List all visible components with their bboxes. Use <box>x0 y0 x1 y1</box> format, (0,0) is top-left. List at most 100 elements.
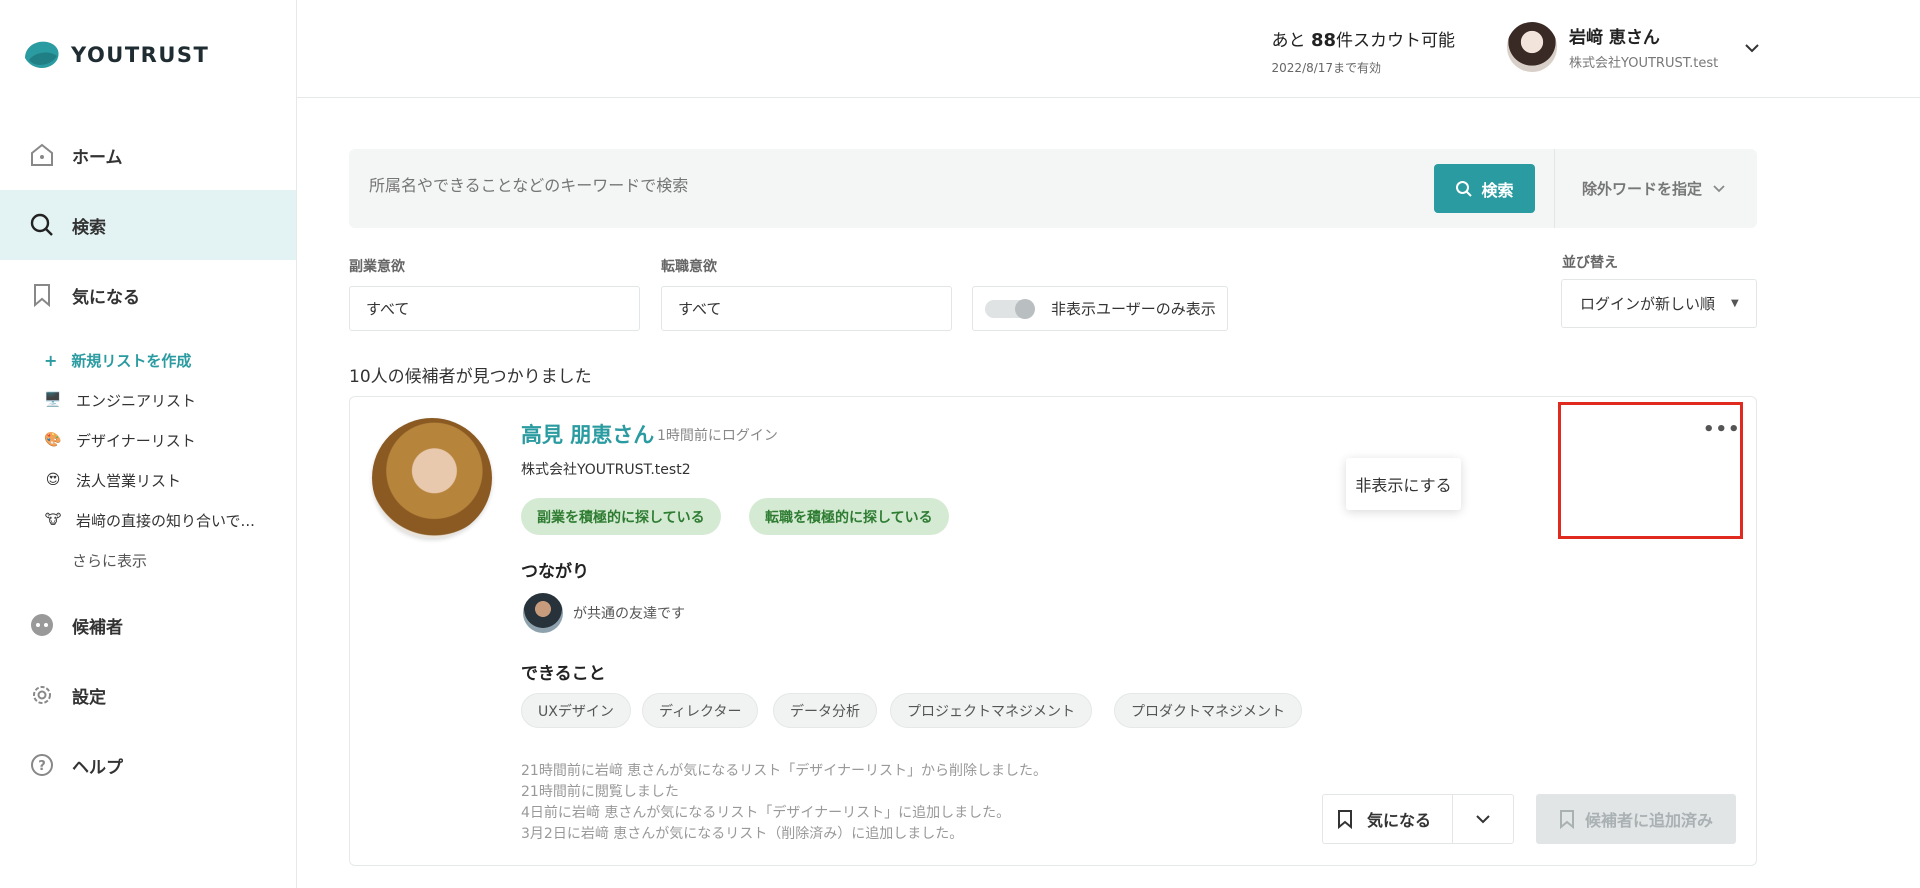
brand-name: YOUTRUST <box>71 43 210 67</box>
side-job-label: 副業意欲 <box>349 259 405 275</box>
user-name: 岩﨑 恵さん <box>1569 28 1660 48</box>
bookmark-dropdown-button[interactable] <box>1453 814 1513 824</box>
mutual-text: が共通の友達です <box>573 606 685 622</box>
scout-prefix: あと <box>1271 31 1306 51</box>
palette-emoji-icon: 🎨 <box>44 432 62 448</box>
bookmark-icon <box>1338 810 1352 829</box>
gear-icon <box>28 681 56 709</box>
toggle-switch[interactable] <box>985 298 1035 319</box>
candidate-name[interactable]: 高見 朋恵さん <box>521 419 654 449</box>
user-menu[interactable]: 岩﨑 恵さん 株式会社YOUTRUST.test <box>1507 22 1760 72</box>
scout-valid-date: 2022/8/17まで有効 <box>1271 61 1382 75</box>
mutual-friends: が共通の友達です <box>523 593 685 633</box>
last-login: 1時間前にログイン <box>657 428 778 444</box>
added-label: 候補者に追加済み <box>1584 811 1713 830</box>
nav-settings-label: 設定 <box>72 687 106 708</box>
tag-job-change: 転職を積極的に探している <box>749 498 949 535</box>
home-icon <box>28 141 56 169</box>
list-item-acquaintance[interactable]: 🐮 岩﨑の直接の知り合いで... <box>0 500 296 540</box>
list-item-engineer[interactable]: 🖥️ エンジニアリスト <box>0 380 296 420</box>
side-job-select[interactable]: すべて <box>349 286 640 331</box>
nav-candidates-label: 候補者 <box>72 617 123 638</box>
nav-help-label: ヘルプ <box>72 757 123 778</box>
skill-chip: UXデザイン <box>521 693 631 728</box>
candidate-avatar[interactable] <box>372 418 492 538</box>
bookmark-icon <box>28 281 56 309</box>
cow-emoji-icon: 🐮 <box>44 512 62 528</box>
create-list-button[interactable]: + 新規リストを作成 <box>0 340 296 380</box>
nav-search-label: 検索 <box>72 217 106 238</box>
search-icon <box>1456 180 1473 197</box>
connections-title: つながり <box>521 562 589 582</box>
tag-side-job: 副業を積極的に探している <box>521 498 721 535</box>
bookmark-button-label: 気になる <box>1367 811 1432 830</box>
skill-chip: プロダクトマネジメント <box>1114 693 1302 728</box>
list-item-designer[interactable]: 🎨 デザイナーリスト <box>0 420 296 460</box>
scout-number: 88 <box>1310 30 1336 51</box>
chevron-down-icon <box>1712 182 1726 196</box>
skill-chip: プロジェクトマネジメント <box>890 693 1092 728</box>
sidebar: YOUTRUST ホーム 検索 気になる + 新規リストを作成 🖥️ エンジニア… <box>0 0 297 888</box>
search-button[interactable]: 検索 <box>1434 164 1535 213</box>
bookmark-lists: + 新規リストを作成 🖥️ エンジニアリスト 🎨 デザイナーリスト 😍 法人営業… <box>0 340 296 580</box>
help-icon: ? <box>28 751 56 779</box>
candidate-company: 株式会社YOUTRUST.test2 <box>521 462 691 478</box>
candidate-face-icon <box>28 611 56 639</box>
create-list-label: 新規リストを作成 <box>71 351 192 370</box>
logo[interactable]: YOUTRUST <box>23 38 209 72</box>
caret-down-icon: ▼ <box>1731 298 1739 309</box>
hidden-users-toggle[interactable]: 非表示ユーザーのみ表示 <box>972 286 1228 331</box>
nav-home[interactable]: ホーム <box>0 120 296 190</box>
search-bar: 検索 除外ワードを指定 <box>349 149 1757 228</box>
history-line: 4日前に岩﨑 恵さんが気になるリスト「デザイナーリスト」に追加しました。 <box>521 805 1011 821</box>
added-to-candidates-button: 候補者に追加済み <box>1536 794 1736 844</box>
computer-emoji-icon: 🖥️ <box>44 392 62 408</box>
scout-count: あと 88件スカウト可能 <box>1272 26 1455 51</box>
sort-select[interactable]: ログインが新しい順 ▼ <box>1561 279 1757 328</box>
job-change-label: 転職意欲 <box>661 259 717 275</box>
search-button-label: 検索 <box>1481 180 1514 200</box>
exclude-words-label: 除外ワードを指定 <box>1582 180 1703 198</box>
list-item-label: 岩﨑の直接の知り合いで... <box>76 511 255 530</box>
search-input[interactable] <box>369 176 1369 195</box>
list-item-label: エンジニアリスト <box>76 391 197 410</box>
secondary-nav: 候補者 設定 ? ヘルプ <box>0 590 296 800</box>
highlight-box <box>1558 402 1743 539</box>
bookmark-button[interactable]: 気になる <box>1323 795 1453 843</box>
activity-history: 21時間前に岩﨑 恵さんが気になるリスト「デザイナーリスト」から削除しました。 … <box>521 761 1047 845</box>
plus-icon: + <box>44 350 58 370</box>
hide-menu-item[interactable]: 非表示にする <box>1346 458 1461 510</box>
top-header: あと 88件スカウト可能 2022/8/17まで有効 岩﨑 恵さん 株式会社YO… <box>297 0 1920 98</box>
nav-home-label: ホーム <box>72 147 123 168</box>
exclude-words-dropdown[interactable]: 除外ワードを指定 <box>1554 149 1757 228</box>
sort-label: 並び替え <box>1562 255 1618 271</box>
hidden-users-label: 非表示ユーザーのみ表示 <box>1051 300 1216 318</box>
show-more-link[interactable]: さらに表示 <box>0 540 296 580</box>
nav-candidates[interactable]: 候補者 <box>0 590 296 660</box>
heart-eyes-emoji-icon: 😍 <box>45 472 61 488</box>
user-company: 株式会社YOUTRUST.test <box>1569 56 1719 71</box>
job-change-select[interactable]: すべて <box>661 286 952 331</box>
result-count: 10人の候補者が見つかりました <box>349 367 592 387</box>
nav-bookmarks[interactable]: 気になる <box>0 260 296 330</box>
nav-search[interactable]: 検索 <box>0 190 296 260</box>
skill-chip: ディレクター <box>642 693 759 728</box>
bookmark-split-button: 気になる <box>1322 794 1514 844</box>
nav-help[interactable]: ? ヘルプ <box>0 730 296 800</box>
chevron-down-icon <box>1476 815 1490 824</box>
history-line: 3月2日に岩﨑 恵さんが気になるリスト（削除済み）に追加しました。 <box>521 826 964 842</box>
avatar <box>1507 22 1557 72</box>
nav-settings[interactable]: 設定 <box>0 660 296 730</box>
candidate-card: 高見 朋恵さん 1時間前にログイン 株式会社YOUTRUST.test2 副業を… <box>349 396 1757 866</box>
skill-chip: データ分析 <box>773 693 877 728</box>
scout-suffix: 件スカウト可能 <box>1336 31 1455 51</box>
list-item-label: 法人営業リスト <box>76 471 182 490</box>
history-line: 21時間前に岩﨑 恵さんが気になるリスト「デザイナーリスト」から削除しました。 <box>521 763 1047 779</box>
list-item-sales[interactable]: 😍 法人営業リスト <box>0 460 296 500</box>
skills-title: できること <box>521 664 606 684</box>
chevron-down-icon <box>1744 38 1760 57</box>
sort-value: ログインが新しい順 <box>1580 295 1716 313</box>
mutual-friend-avatar[interactable] <box>523 593 563 633</box>
nav-bookmarks-label: 気になる <box>72 287 140 308</box>
svg-text:?: ? <box>38 759 46 774</box>
